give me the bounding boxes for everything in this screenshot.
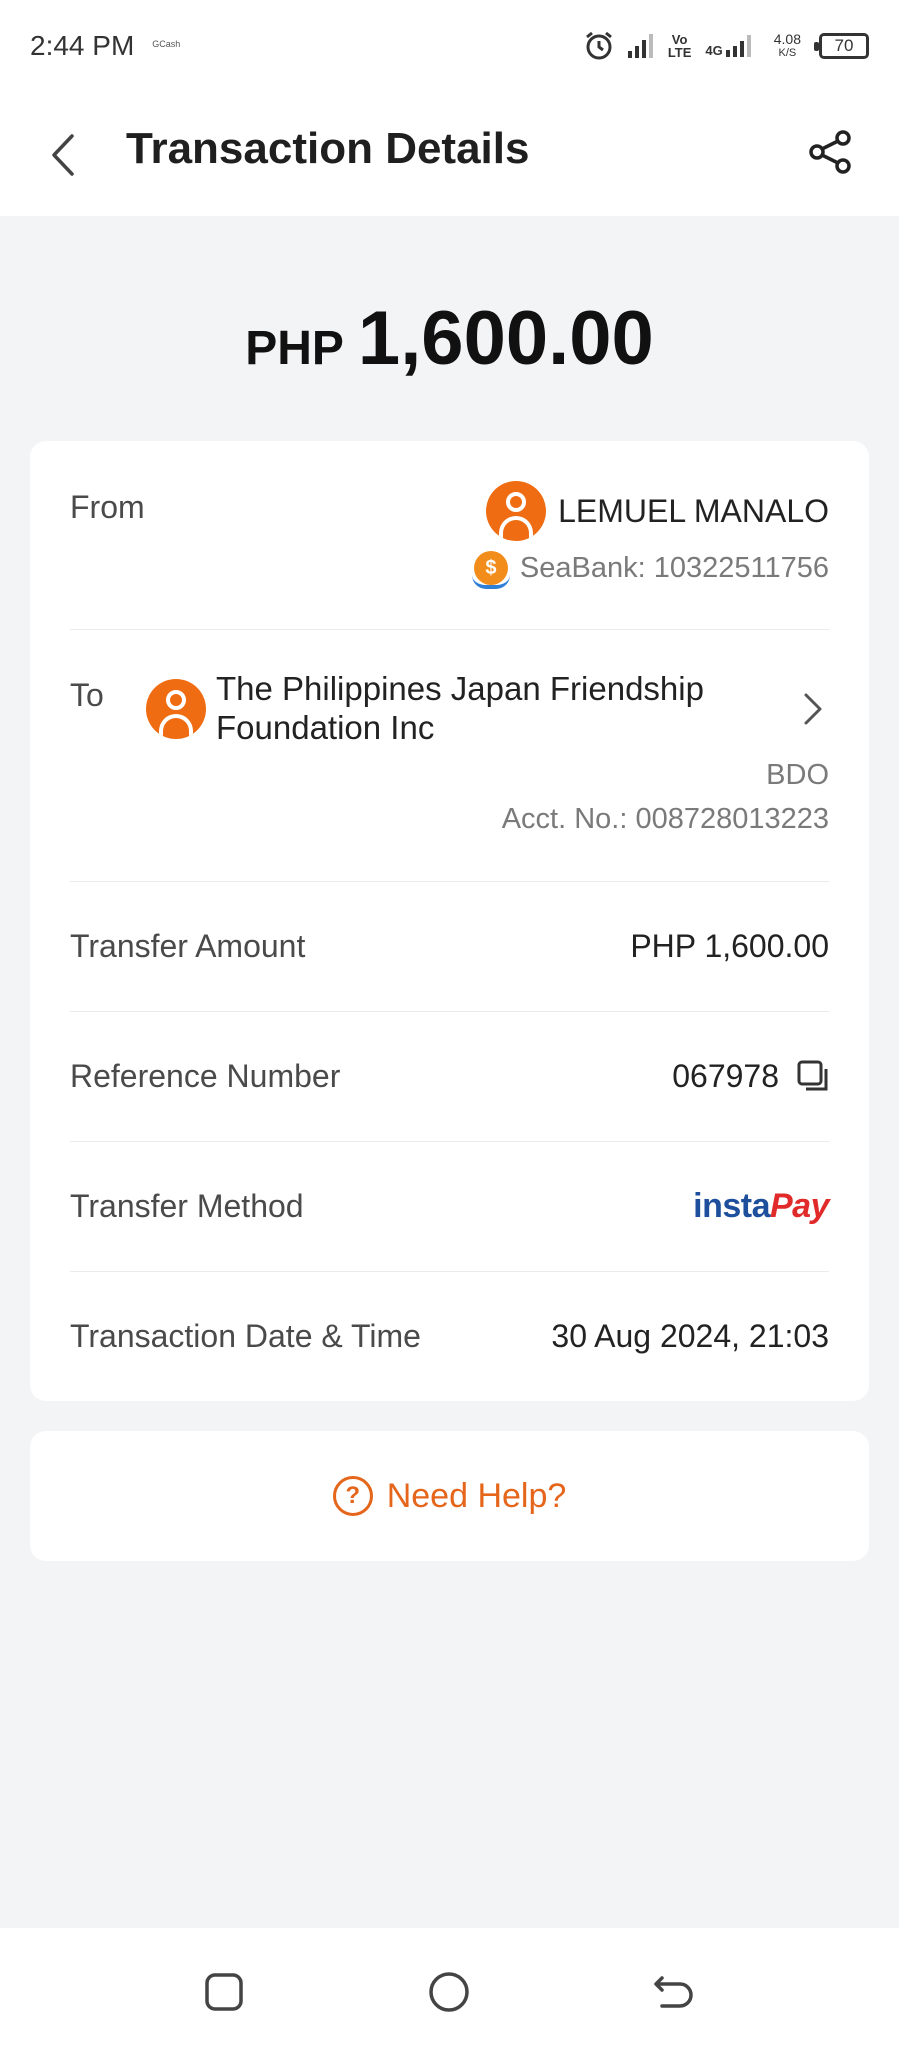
battery-icon: 70	[814, 33, 869, 59]
net-type: 4G	[705, 43, 723, 58]
transfer-method-label: Transfer Method	[70, 1187, 304, 1224]
to-account-number: Acct. No.: 008728013223	[501, 803, 829, 835]
share-icon[interactable]	[807, 128, 855, 176]
transfer-amount-row: Transfer Amount PHP 1,600.00	[70, 881, 829, 1011]
transaction-date-label: Transaction Date & Time	[70, 1317, 421, 1354]
back-nav-icon[interactable]	[652, 1970, 696, 2014]
status-indicators: Vo LTE 4G 4.08 K/S 70	[584, 31, 869, 61]
avatar	[146, 679, 206, 739]
copy-icon[interactable]	[797, 1060, 829, 1092]
help-icon: ?	[332, 1476, 373, 1516]
transfer-amount-label: Transfer Amount	[70, 927, 306, 964]
amount-currency: PHP	[245, 322, 344, 375]
reference-number-label: Reference Number	[70, 1057, 341, 1094]
instapay-logo: instaPay	[693, 1187, 829, 1226]
volte-indicator: Vo LTE	[668, 33, 692, 59]
reference-number-group: 067978	[672, 1058, 829, 1095]
details-card: From LEMUEL MANALO $ SeaBank: 1032251175…	[30, 441, 869, 1401]
instapay-logo-pay: Pay	[770, 1186, 830, 1225]
battery-level: 70	[834, 36, 854, 55]
home-icon[interactable]	[427, 1970, 471, 2014]
to-row[interactable]: To The Philippines Japan Friendship Foun…	[70, 441, 829, 881]
to-bank: BDO	[766, 759, 829, 791]
to-label: To	[70, 677, 104, 713]
chevron-right-icon[interactable]	[801, 691, 825, 727]
need-help-label: Need Help?	[386, 1476, 567, 1515]
to-name: The Philippines Japan Friendship Foundat…	[216, 670, 704, 746]
alarm-icon	[585, 31, 612, 60]
transfer-method-row: Transfer Method instaPay	[70, 1141, 830, 1271]
instapay-logo-insta: insta	[693, 1186, 770, 1225]
status-bar: 2:44 PM GCash Vo LTE 4G 4.08 K/S 70	[0, 0, 899, 92]
chevron-left-icon[interactable]	[46, 132, 82, 178]
need-help-button[interactable]: ? Need Help?	[30, 1431, 869, 1561]
total-amount: PHP 1,600.00	[0, 295, 899, 382]
signal-icon	[627, 34, 653, 58]
transfer-amount-value: PHP 1,600.00	[630, 927, 829, 964]
status-time: 2:44 PM	[30, 30, 135, 61]
status-app-label: GCash	[152, 39, 181, 49]
reference-number-row: Reference Number 067978	[70, 1011, 829, 1141]
signal-4g-icon: 4G	[705, 35, 759, 57]
recent-apps-icon[interactable]	[202, 1970, 246, 2014]
reference-number-value: 067978	[672, 1057, 779, 1094]
page-title: Transaction Details	[126, 124, 530, 173]
system-nav-bar	[0, 1928, 899, 2048]
net-speed-value: 4.08	[773, 31, 801, 47]
transaction-date-row: Transaction Date & Time 30 Aug 2024, 21:…	[70, 1271, 829, 1401]
app-header: Transaction Details	[0, 92, 899, 216]
transaction-date-value: 30 Aug 2024, 21:03	[551, 1317, 829, 1354]
volte-bottom: LTE	[667, 45, 692, 60]
net-speed: 4.08 K/S	[774, 32, 801, 60]
amount-value: 1,600.00	[357, 296, 654, 381]
net-speed-unit: K/S	[778, 47, 797, 59]
